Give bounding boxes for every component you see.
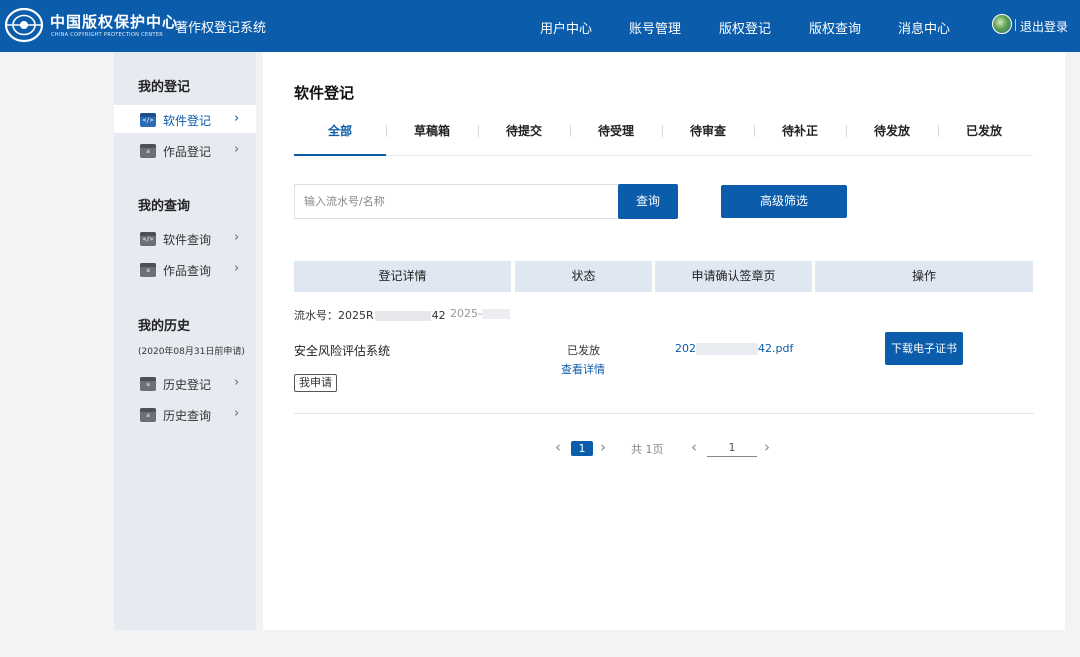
- work-name: 安全风险评估系统: [294, 344, 391, 358]
- search-input[interactable]: 输入流水号/名称: [294, 184, 619, 219]
- sidebar-item-history-registration[interactable]: ≡ 历史登记 ›: [114, 369, 256, 397]
- nav-account-management[interactable]: 账号管理: [629, 18, 681, 37]
- chevron-right-icon: ›: [234, 230, 240, 245]
- software-doc-icon: </>: [140, 232, 156, 246]
- sidebar-item-label: 历史查询: [163, 409, 212, 423]
- logout-link[interactable]: 退出登录: [1020, 18, 1068, 35]
- sidebar-item-history-query[interactable]: ≡ 历史查询 ›: [114, 400, 256, 428]
- chevron-right-icon: ›: [234, 111, 240, 126]
- signature-pdf-link[interactable]: 202 42.pdf: [675, 342, 793, 355]
- submit-date: 2025-: [450, 307, 510, 320]
- org-name-cn: 中国版权保护中心: [50, 13, 179, 31]
- next-page-icon[interactable]: ›: [600, 438, 606, 456]
- chevron-right-icon: ›: [234, 406, 240, 421]
- user-avatar[interactable]: [992, 14, 1012, 34]
- current-page-button[interactable]: 1: [571, 441, 593, 456]
- serial-suffix: 42: [431, 309, 446, 322]
- page-title: 软件登记: [294, 84, 355, 102]
- column-header-actions: 操作: [815, 261, 1033, 292]
- org-name-en: CHINA COPYRIGHT PROTECTION CENTER: [51, 32, 163, 38]
- column-header-signature-page: 申请确认签章页: [655, 261, 812, 292]
- tab-pending-acceptance[interactable]: 待受理: [570, 118, 662, 156]
- system-name: 著作权登记系统: [175, 21, 267, 36]
- my-application-tag: 我申请: [294, 374, 337, 392]
- top-header: 中国版权保护中心 CHINA COPYRIGHT PROTECTION CENT…: [0, 0, 1080, 52]
- nav-user-center[interactable]: 用户中心: [540, 18, 592, 37]
- sidebar-item-works-query[interactable]: ≡ 作品查询 ›: [114, 255, 256, 283]
- sidebar-item-works-registration[interactable]: ≡ 作品登记 ›: [114, 136, 256, 164]
- column-header-details: 登记详情: [294, 261, 511, 292]
- copyright-center-logo: [4, 7, 44, 43]
- tab-drafts[interactable]: 草稿箱: [386, 118, 478, 156]
- tab-all[interactable]: 全部: [294, 118, 386, 156]
- nav-copyright-registration[interactable]: 版权登记: [719, 18, 771, 37]
- status-tabs: 全部 草稿箱 待提交 待受理 待审查 待补正 待发放 已发放: [294, 118, 1033, 156]
- view-details-link[interactable]: 查看详情: [561, 361, 605, 377]
- sidebar-section-history: 我的历史: [138, 319, 191, 334]
- nav-copyright-query[interactable]: 版权查询: [809, 18, 861, 37]
- pdf-prefix: 202: [675, 342, 696, 355]
- sidebar-item-label: 作品查询: [163, 264, 212, 278]
- prev-page-icon[interactable]: ‹: [555, 438, 561, 456]
- sidebar-item-label: 作品登记: [163, 145, 212, 159]
- tab-pending-issue[interactable]: 待发放: [846, 118, 938, 156]
- sidebar-item-label: 历史登记: [163, 378, 212, 392]
- serial-prefix: 2025R: [338, 309, 374, 322]
- chevron-right-icon: ›: [234, 375, 240, 390]
- main-panel: 软件登记 全部 草稿箱 待提交 待受理 待审查 待补正 待发放 已发放 输入流水…: [263, 52, 1065, 630]
- serial-label: 流水号：: [294, 309, 338, 322]
- row-divider: [294, 413, 1034, 414]
- tab-pending-review[interactable]: 待审查: [662, 118, 754, 156]
- page-jump-input[interactable]: 1: [707, 441, 757, 457]
- pdf-suffix: 42.pdf: [758, 342, 794, 355]
- works-doc-icon: ≡: [140, 263, 156, 277]
- download-certificate-button[interactable]: 下载电子证书: [885, 332, 963, 365]
- sidebar-section-query: 我的查询: [138, 199, 191, 214]
- sidebar: 我的登记 </> 软件登记 › ≡ 作品登记 › 我的查询 </> 软件查询 ›…: [114, 52, 256, 630]
- redaction-mask: [374, 311, 431, 321]
- jump-next-icon[interactable]: ›: [764, 438, 770, 456]
- header-divider: [1015, 19, 1016, 31]
- history-doc-icon: ≡: [140, 408, 156, 422]
- redaction-mask: [696, 343, 758, 355]
- redaction-mask: [481, 309, 510, 319]
- status-text: 已发放: [567, 344, 600, 357]
- works-doc-icon: ≡: [140, 144, 156, 158]
- sidebar-history-note: (2020年08月31日前申请): [138, 347, 245, 357]
- serial-number: 流水号：2025R 42: [294, 307, 446, 323]
- software-doc-icon: </>: [140, 113, 156, 127]
- advanced-filter-button[interactable]: 高级筛选: [721, 185, 847, 218]
- column-header-status: 状态: [515, 261, 652, 292]
- nav-message-center[interactable]: 消息中心: [898, 18, 950, 37]
- sidebar-item-software-query[interactable]: </> 软件查询 ›: [114, 224, 256, 252]
- tab-issued[interactable]: 已发放: [938, 118, 1030, 156]
- chevron-right-icon: ›: [234, 142, 240, 157]
- history-doc-icon: ≡: [140, 377, 156, 391]
- sidebar-item-software-registration[interactable]: </> 软件登记 ›: [114, 105, 256, 133]
- tab-pending-correction[interactable]: 待补正: [754, 118, 846, 156]
- sidebar-item-label: 软件查询: [163, 233, 212, 247]
- sidebar-item-label: 软件登记: [163, 114, 212, 128]
- jump-prev-icon[interactable]: ‹: [691, 438, 697, 456]
- sidebar-section-registration: 我的登记: [138, 80, 191, 95]
- chevron-right-icon: ›: [234, 261, 240, 276]
- tab-pending-submit[interactable]: 待提交: [478, 118, 570, 156]
- search-button[interactable]: 查询: [618, 184, 678, 219]
- date-prefix: 2025-: [450, 307, 482, 320]
- total-pages-text: 共 1页: [631, 443, 664, 456]
